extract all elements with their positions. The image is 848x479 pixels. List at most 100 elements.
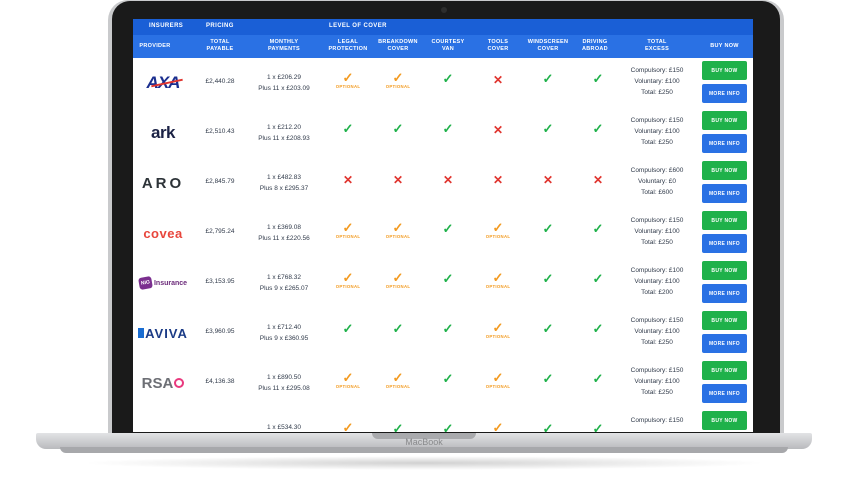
camera [441, 7, 447, 13]
cover-cell: ✓ [423, 272, 473, 286]
cover-cell: ✓ [423, 222, 473, 236]
cross-icon: ✕ [492, 173, 504, 187]
check-icon: ✓ [442, 371, 454, 386]
monthly-first: 1 x £768.32 [267, 274, 301, 281]
table-row: AXA £2,440.28 1 x £206.29 Plus 11 x £203.09… [133, 58, 753, 109]
total-payable: £2,795.24 [205, 228, 235, 235]
check-icon: ✓ [542, 221, 554, 236]
excess-voluntary: Voluntary: £100 [634, 228, 680, 235]
rsa-logo: RSA [142, 375, 185, 392]
check-icon: ✓ [542, 271, 554, 286]
more-info-button[interactable]: MORE INFO [702, 284, 747, 303]
cross-icon: ✕ [592, 173, 604, 187]
optional-label: OPTIONAL [335, 84, 361, 89]
excess-compulsory: Compulsory: £100 [630, 267, 684, 274]
aviva-mark-icon [138, 328, 145, 338]
total-excess: Compulsory: £150 [617, 415, 697, 426]
total-payable: £2,845.79 [205, 178, 235, 185]
check-icon: ✓ [392, 421, 404, 433]
check-icon: ✓ [542, 121, 554, 136]
buy-now-button[interactable]: BUY NOW [702, 111, 747, 130]
monthly-rest: Plus 11 x £295.08 [258, 385, 310, 392]
optional-check-icon: ✓ [492, 320, 504, 335]
monthly-first: 1 x £482.83 [267, 174, 301, 181]
more-info-button[interactable]: MORE INFO [702, 184, 747, 203]
check-icon: ✓ [442, 421, 454, 433]
cover-cell: ✓ [323, 322, 373, 336]
optional-label: OPTIONAL [385, 84, 411, 89]
more-info-button[interactable]: MORE INFO [702, 84, 747, 103]
cover-cell: ✓ [573, 422, 623, 433]
cover-cell: ✕ [573, 173, 623, 187]
excess-compulsory: Compulsory: £150 [630, 367, 684, 374]
buy-now-button[interactable]: BUY NOW [702, 411, 747, 430]
total-payable: £3,153.95 [205, 278, 235, 285]
nig-logo-text: Insurance [153, 279, 188, 287]
check-icon: ✓ [592, 321, 604, 336]
monthly-payments: 1 x £206.29 Plus 11 x £203.09 [249, 72, 319, 94]
cover-cell: ✕ [423, 173, 473, 187]
excess-total: Total: £600 [641, 189, 673, 196]
total-excess: Compulsory: £150 Voluntary: £100 Total: £2… [617, 65, 697, 98]
covea-logo-text: covea [143, 225, 183, 241]
more-info-button[interactable]: MORE INFO [702, 234, 747, 253]
optional-check-icon: ✓ [492, 370, 504, 385]
group-pricing: PRICING [206, 23, 234, 29]
aviva-logo: AVIVA [138, 326, 188, 341]
excess-total: Total: £200 [641, 289, 673, 296]
column-header: COURTESY VAN [431, 39, 465, 52]
check-icon: ✓ [542, 371, 554, 386]
cover-cell: ✓OPTIONAL [323, 371, 373, 390]
monthly-first: 1 x £712.40 [267, 324, 301, 331]
monthly-first: 1 x £534.30 [267, 424, 301, 431]
total-payable: £3,960.95 [205, 328, 235, 335]
cover-cell: ✓ [423, 322, 473, 336]
excess-voluntary: Voluntary: £100 [634, 128, 680, 135]
optional-check-icon: ✓ [342, 420, 354, 433]
optional-label: OPTIONAL [485, 334, 511, 339]
axa-logo-text: AXA [146, 73, 181, 92]
buy-now-button[interactable]: BUY NOW [702, 161, 747, 180]
excess-total: Total: £250 [641, 139, 673, 146]
optional-check-icon: ✓ [392, 370, 404, 385]
check-icon: ✓ [342, 321, 354, 336]
check-icon: ✓ [592, 71, 604, 86]
table-row: NIG Insurance £3,153.95 1 x £768.32 Plus 9 x… [133, 258, 753, 309]
nig-logo: NIG Insurance [138, 275, 188, 291]
cover-cell: ✓OPTIONAL [373, 71, 423, 90]
buy-now-button[interactable]: BUY NOW [702, 211, 747, 230]
monthly-rest: Plus 11 x £203.09 [258, 85, 310, 92]
excess-compulsory: Compulsory: £150 [630, 67, 684, 74]
optional-check-icon: ✓ [492, 220, 504, 235]
excess-voluntary: Voluntary: £100 [634, 278, 680, 285]
excess-compulsory: Compulsory: £150 [630, 417, 684, 424]
cover-cell: ✓ [523, 122, 573, 136]
excess-compulsory: Compulsory: £150 [630, 317, 684, 324]
cover-cell: ✓OPTIONAL [473, 421, 523, 433]
monthly-payments: 1 x £768.32 Plus 9 x £265.07 [249, 272, 319, 294]
monthly-first: 1 x £212.20 [267, 124, 301, 131]
column-header: PROVIDER [139, 43, 171, 49]
monthly-payments: 1 x £890.50 Plus 11 x £295.08 [249, 372, 319, 394]
buy-now-button[interactable]: BUY NOW [702, 261, 747, 280]
table-row: AVIVA £3,960.95 1 x £712.40 Plus 9 x £360.9… [133, 308, 753, 359]
macbook-label: MacBook [405, 437, 443, 447]
more-info-button[interactable]: MORE INFO [702, 334, 747, 353]
cover-cell: ✓ [573, 272, 623, 286]
check-icon: ✓ [592, 221, 604, 236]
cover-cell: ✓ [373, 322, 423, 336]
buy-now-button[interactable]: BUY NOW [702, 311, 747, 330]
cover-cell: ✓ [573, 222, 623, 236]
buy-now-button[interactable]: BUY NOW [702, 361, 747, 380]
column-header: TOOLS COVER [487, 39, 509, 52]
group-insurers: INSURERS [149, 23, 184, 29]
buy-now-button[interactable]: BUY NOW [702, 61, 747, 80]
more-info-button[interactable]: MORE INFO [702, 134, 747, 153]
cover-cell: ✓OPTIONAL [473, 370, 523, 390]
monthly-payments: 1 x £534.30 [249, 422, 319, 432]
monthly-first: 1 x £890.50 [267, 374, 301, 381]
monthly-payments: 1 x £369.08 Plus 11 x £220.56 [249, 222, 319, 244]
column-header: BUY NOW [710, 43, 739, 49]
more-info-button[interactable]: MORE INFO [702, 384, 747, 403]
provider-logo [139, 420, 187, 432]
